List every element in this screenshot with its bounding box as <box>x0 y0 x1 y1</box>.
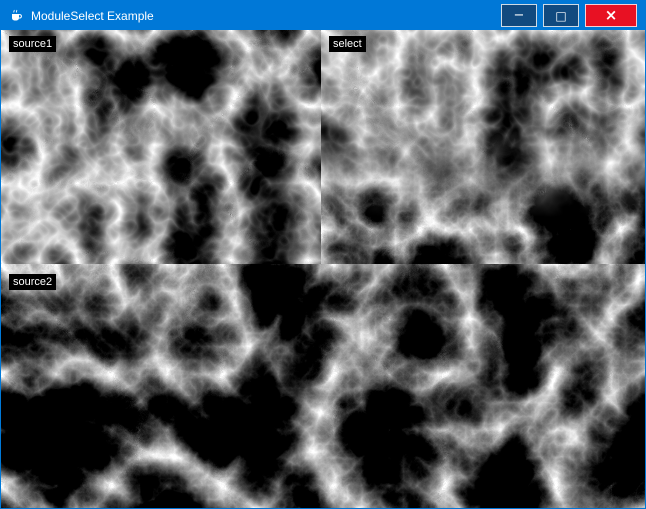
label-source2: source2 <box>9 274 56 290</box>
label-source1: source1 <box>9 36 56 52</box>
source2-noise-image <box>1 264 645 508</box>
coffee-cup-icon <box>9 8 24 23</box>
app-window: ModuleSelect Example − □ × <box>0 0 646 509</box>
window-title: ModuleSelect Example <box>31 9 501 23</box>
close-button[interactable]: × <box>585 4 637 27</box>
source1-noise-image <box>1 30 321 264</box>
close-icon: × <box>605 8 618 23</box>
titlebar[interactable]: ModuleSelect Example − □ × <box>1 1 645 30</box>
maximize-button[interactable]: □ <box>543 4 579 27</box>
label-select: select <box>329 36 366 52</box>
java-app-icon <box>9 8 24 23</box>
maximize-icon: □ <box>555 10 566 22</box>
minimize-button[interactable]: − <box>501 4 537 27</box>
window-controls: − □ × <box>501 4 637 27</box>
select-noise-image <box>321 30 645 264</box>
minimize-icon: − <box>514 9 525 22</box>
render-canvas: source1 select source2 <box>1 30 645 508</box>
